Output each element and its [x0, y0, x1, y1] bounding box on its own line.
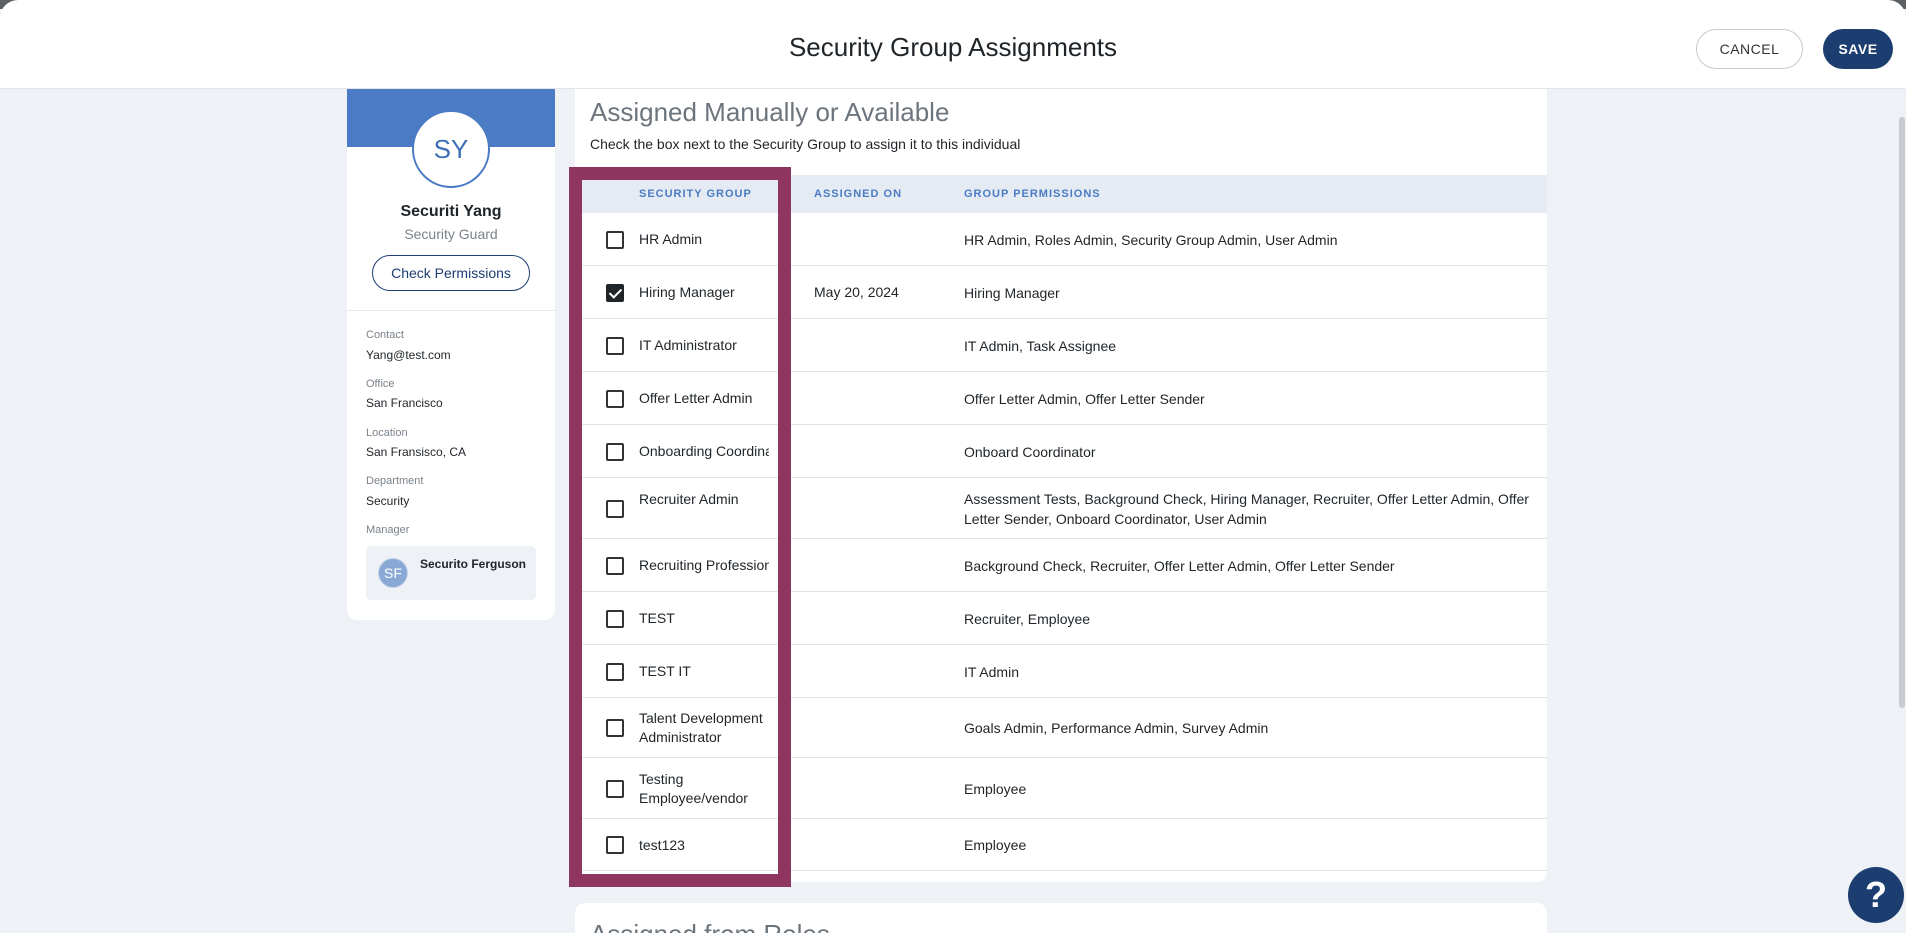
contact-label: Contact	[366, 329, 404, 341]
save-button[interactable]: SAVE	[1823, 29, 1893, 69]
group-permissions: Employee	[964, 780, 1027, 797]
highlight-box	[569, 167, 791, 887]
group-permissions: HR Admin, Roles Admin, Security Group Ad…	[964, 231, 1338, 248]
group-permissions: Onboard Coordinator	[964, 443, 1096, 460]
section-subtitle: Check the box next to the Security Group…	[590, 136, 1021, 152]
department-value: Security	[366, 494, 410, 508]
contact-value: Yang@test.com	[366, 348, 451, 362]
help-button[interactable]: ?	[1848, 867, 1904, 923]
roles-section: Assigned from Roles	[575, 903, 1547, 933]
section-title: Assigned Manually or Available	[590, 97, 950, 127]
roles-section-title: Assigned from Roles	[590, 919, 830, 933]
page-title: Security Group Assignments	[788, 32, 1118, 62]
location-label: Location	[366, 427, 408, 439]
manager-name: Securito Ferguson	[420, 557, 527, 571]
avatar: SY	[412, 110, 490, 188]
location-value: San Fransisco, CA	[366, 445, 467, 459]
profile-title: Security Guard	[404, 226, 498, 242]
department-label: Department	[366, 475, 424, 487]
group-permissions: Goals Admin, Performance Admin, Survey A…	[964, 720, 1269, 736]
office-label: Office	[366, 378, 395, 390]
office-value: San Francisco	[366, 396, 443, 410]
divider	[347, 310, 555, 311]
profile-card: SY Securiti Yang Security Guard Check Pe…	[347, 89, 555, 620]
manager-card[interactable]: SF Securito Ferguson	[366, 546, 536, 600]
modal-header: Security Group Assignments CANCEL SAVE	[0, 0, 1906, 89]
column-group-permissions: GROUP PERMISSIONS	[964, 188, 1101, 200]
group-permissions: Recruiter, Employee	[964, 610, 1091, 627]
group-permissions: Assessment Tests, Background Check, Hiri…	[964, 490, 1529, 527]
column-assigned-on: ASSIGNED ON	[814, 188, 903, 200]
group-permissions: IT Admin, Task Assignee	[964, 337, 1117, 354]
manager-label: Manager	[366, 524, 410, 536]
group-permissions: Hiring Manager	[964, 284, 1060, 301]
assigned-on-date: May 20, 2024	[814, 284, 899, 300]
cancel-button[interactable]: CANCEL	[1696, 29, 1803, 69]
profile-name: Securiti Yang	[400, 203, 502, 220]
group-permissions: Background Check, Recruiter, Offer Lette…	[964, 557, 1395, 574]
group-permissions: Employee	[964, 837, 1027, 853]
group-permissions: IT Admin	[964, 663, 1019, 680]
check-permissions-button[interactable]: Check Permissions	[372, 255, 530, 291]
group-permissions: Offer Letter Admin, Offer Letter Sender	[964, 390, 1205, 407]
manager-avatar: SF	[378, 558, 408, 588]
scrollbar[interactable]	[1899, 117, 1905, 708]
